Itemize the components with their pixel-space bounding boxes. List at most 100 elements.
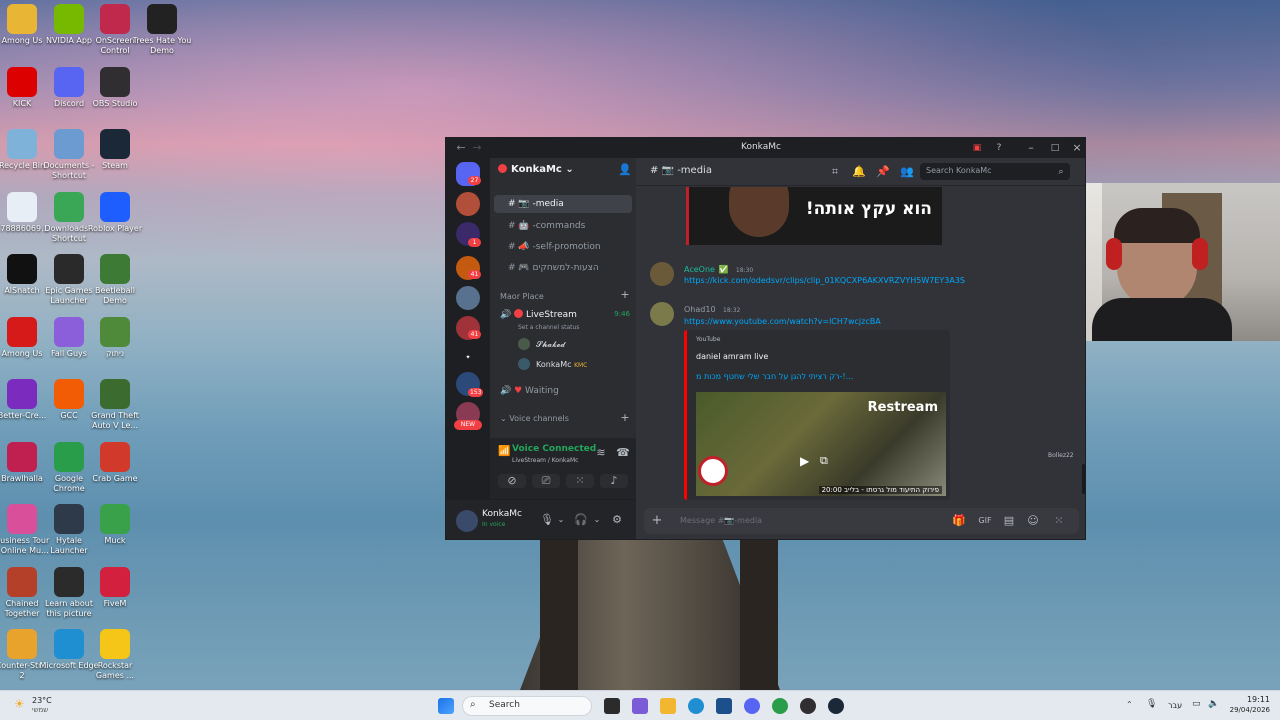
volume-icon[interactable]: 🔈 <box>1208 699 1219 709</box>
voice-connected-channel[interactable]: LiveStream / KonkaMc <box>512 457 578 464</box>
desktop-shortcut[interactable]: Grand Theft Auto V Le... <box>85 379 145 431</box>
desktop-shortcut[interactable]: Trees Hate You Demo <box>132 4 192 56</box>
task-view-icon[interactable] <box>604 698 620 714</box>
pin-icon[interactable]: 📌 <box>876 165 890 179</box>
store-icon[interactable] <box>716 698 732 714</box>
chat-area: # 📷 -media ⌗ 🔔 📌 👥 Search KonkaMc ⌕ הוא … <box>636 158 1085 539</box>
chevron-down-icon[interactable]: ⌄ <box>590 513 604 527</box>
voice-user[interactable]: 𝓢𝓱𝓪𝓴𝓮𝓭 <box>518 338 565 350</box>
embed-title[interactable]: רק רציתי להגן על חבר שלי שחטף מכות מ-!..… <box>696 372 876 381</box>
noise-suppression-icon[interactable]: ≋ <box>594 446 608 460</box>
embed-author[interactable]: daniel amram live <box>696 352 768 361</box>
gear-icon[interactable]: ⚙ <box>610 513 624 527</box>
channel-game-suggestions[interactable]: # 🎮 הצעות-למשחקים <box>494 259 632 277</box>
gif-icon[interactable]: GIF <box>978 514 992 528</box>
threads-icon[interactable]: ⌗ <box>828 165 842 179</box>
camera-off-icon[interactable]: ⊘ <box>498 474 526 488</box>
disconnect-icon[interactable]: ☎ <box>616 446 630 460</box>
message-link[interactable]: https://www.youtube.com/watch?v=lCH7wcjz… <box>684 317 881 326</box>
message-author[interactable]: AceOne <box>684 265 715 274</box>
clock-date[interactable]: 29/04/2026 <box>1226 706 1270 714</box>
voice-channel-waiting[interactable]: 🔊 ♥ Waiting <box>500 386 559 396</box>
open-external-icon[interactable]: ⧉ <box>820 454 828 468</box>
members-icon[interactable]: 👥 <box>900 165 914 179</box>
message-input[interactable]: Message #📷-media <box>680 516 762 525</box>
desktop-shortcut[interactable]: Muck <box>85 504 145 546</box>
close-icon[interactable]: × <box>1070 141 1084 155</box>
minimize-icon[interactable]: – <box>1024 141 1038 155</box>
desktop-shortcut[interactable]: Steam <box>85 129 145 171</box>
emoji-icon[interactable]: ☺ <box>1026 514 1040 528</box>
gift-icon[interactable]: 🎁 <box>952 514 966 528</box>
channel-commands[interactable]: # 🤖 -commands <box>494 217 632 235</box>
file-explorer-icon[interactable] <box>660 698 676 714</box>
channel-self-promotion[interactable]: # 📣 -self-promotion <box>494 238 632 256</box>
desktop-shortcut[interactable]: Roblox Player <box>85 191 145 234</box>
chevron-up-icon[interactable]: ⌃ <box>1126 700 1133 709</box>
chrome-icon[interactable] <box>772 698 788 714</box>
server-icon[interactable]: ✦ <box>456 346 480 370</box>
category-maor-place[interactable]: Maor Place <box>500 292 544 301</box>
weather-icon[interactable]: ☀ <box>14 697 25 711</box>
avatar[interactable] <box>650 262 674 286</box>
play-icon[interactable]: ▶ <box>800 454 809 468</box>
server-name[interactable]: KonkaMc ⌄ <box>498 164 574 175</box>
desktop-shortcut[interactable]: FiveM <box>85 566 145 609</box>
start-button[interactable] <box>438 698 454 714</box>
avatar[interactable] <box>456 510 478 532</box>
category-voice-channels[interactable]: ⌄ Voice channels <box>500 414 569 423</box>
desktop-shortcut-label: Roblox Player <box>87 223 143 233</box>
scrollbar[interactable] <box>1082 464 1085 494</box>
inbox-icon[interactable]: ▣ <box>970 141 984 155</box>
counter-strike-icon <box>7 629 37 659</box>
desktop-shortcut[interactable]: Beetleball Demo <box>85 254 145 306</box>
media-image[interactable]: הוא עקץ אותה! <box>686 187 942 245</box>
screen-share-icon[interactable]: ⎚ <box>532 474 560 488</box>
search-input[interactable]: Search KonkaMc <box>920 163 1070 180</box>
language-indicator[interactable]: עבר <box>1168 701 1182 710</box>
desktop-shortcut[interactable]: Crab Game <box>85 441 145 484</box>
edge-icon[interactable] <box>688 698 704 714</box>
server-icon[interactable] <box>456 286 480 310</box>
maximize-icon[interactable]: □ <box>1048 141 1062 155</box>
video-thumbnail[interactable]: Restream ▶ ⧉ פירוק התיעוד מול גרסתו - בל… <box>696 392 946 496</box>
message-author[interactable]: Ohad10 <box>684 305 716 314</box>
steam-icon[interactable] <box>828 698 844 714</box>
add-channel-icon[interactable]: + <box>618 411 632 425</box>
user-name[interactable]: KonkaMc <box>482 509 522 519</box>
chevron-down-icon[interactable]: ⌄ <box>554 513 568 527</box>
add-channel-icon[interactable]: + <box>618 288 632 302</box>
teams-icon[interactable] <box>632 698 648 714</box>
back-arrow-icon[interactable]: ← <box>454 141 468 155</box>
network-icon[interactable]: ▭ <box>1192 699 1201 709</box>
clock-time[interactable]: 19:11 <box>1226 695 1270 704</box>
channel-status-hint[interactable]: Set a channel status <box>518 324 579 331</box>
obs-icon[interactable] <box>800 698 816 714</box>
voice-connected-label[interactable]: Voice Connected <box>512 444 596 454</box>
voice-channel-livestream[interactable]: 🔊 LiveStream 9:46 <box>500 309 630 320</box>
avatar[interactable] <box>650 302 674 326</box>
desktop-shortcut[interactable]: OBS Studio <box>85 66 145 109</box>
microphone-icon[interactable]: 🎙 <box>540 513 554 527</box>
forward-arrow-icon[interactable]: → <box>470 141 484 155</box>
desktop-shortcut[interactable]: ניתוק <box>85 316 145 359</box>
headphones-icon[interactable]: 🎧 <box>574 513 588 527</box>
microphone-icon[interactable]: 🎙 <box>1146 699 1157 709</box>
taskbar-search[interactable]: Search <box>462 696 592 716</box>
apps-icon[interactable]: ⁙ <box>1052 514 1066 528</box>
channel-media[interactable]: # 📷 -media <box>494 195 632 213</box>
message-link[interactable]: https://kick.com/odedsvr/clips/clip_01KQ… <box>684 276 965 285</box>
avatar <box>518 338 530 350</box>
weather-temp[interactable]: 23°C <box>32 696 52 705</box>
add-member-icon[interactable]: 👤 <box>618 163 632 177</box>
desktop-shortcut[interactable]: Rockstar Games ... <box>85 629 145 681</box>
discord-icon[interactable] <box>744 698 760 714</box>
server-icon[interactable] <box>456 192 480 216</box>
add-attachment-icon[interactable]: + <box>650 514 664 528</box>
help-icon[interactable]: ? <box>992 141 1006 155</box>
activities-icon[interactable]: ⁙ <box>566 474 594 488</box>
soundboard-icon[interactable]: ♪ <box>600 474 628 488</box>
voice-user[interactable]: KonkaMc KMC <box>518 358 587 370</box>
sticker-icon[interactable]: ▤ <box>1002 514 1016 528</box>
bell-icon[interactable]: 🔔 <box>852 165 866 179</box>
